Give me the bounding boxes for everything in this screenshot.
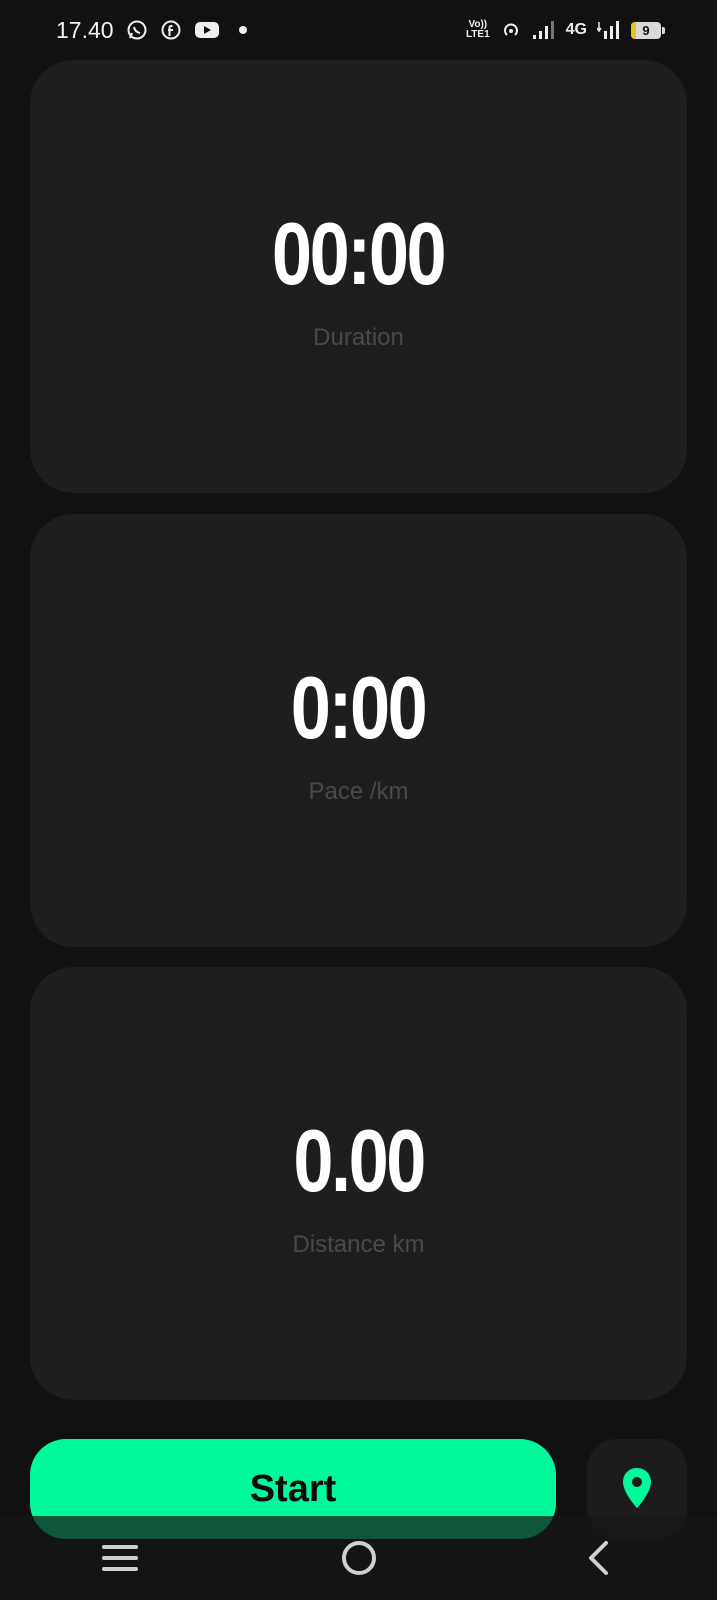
- distance-card: 0.00 Distance km: [30, 967, 687, 1400]
- menu-icon[interactable]: [90, 1528, 150, 1588]
- status-time: 17.40: [56, 16, 114, 43]
- distance-value: 0.00: [293, 1110, 426, 1210]
- duration-card: 00:00 Duration: [30, 60, 687, 493]
- volte-indicator: Vo)) LTE1: [466, 20, 490, 40]
- pace-card: 0:00 Pace /km: [30, 514, 687, 947]
- whatsapp-icon: [126, 19, 148, 41]
- status-left: 17.40: [56, 17, 254, 44]
- status-right: Vo)) LTE1 4G 9: [466, 19, 665, 41]
- home-icon[interactable]: [329, 1528, 389, 1588]
- volte-line2: LTE1: [465, 29, 490, 40]
- dot-icon: [232, 19, 254, 41]
- youtube-icon: [194, 19, 220, 41]
- back-icon[interactable]: [568, 1528, 628, 1588]
- battery-icon: 9: [631, 21, 665, 39]
- signal-icon: [597, 19, 621, 41]
- battery-level: 9: [642, 22, 650, 38]
- facebook-icon: [160, 19, 182, 41]
- navigation-bar: [0, 1516, 717, 1600]
- hotspot-icon: [500, 19, 522, 41]
- duration-label: Duration: [313, 323, 404, 351]
- location-pin-icon: [621, 1466, 653, 1513]
- pace-label: Pace /km: [308, 777, 409, 805]
- distance-label: Distance km: [292, 1230, 425, 1258]
- duration-value: 00:00: [272, 203, 447, 303]
- network-type: 4G: [565, 21, 587, 38]
- signal-icon: [532, 19, 556, 41]
- status-bar: 17.40 Vo)) LTE1 4G 9: [0, 0, 717, 60]
- pace-value: 0:00: [291, 657, 428, 757]
